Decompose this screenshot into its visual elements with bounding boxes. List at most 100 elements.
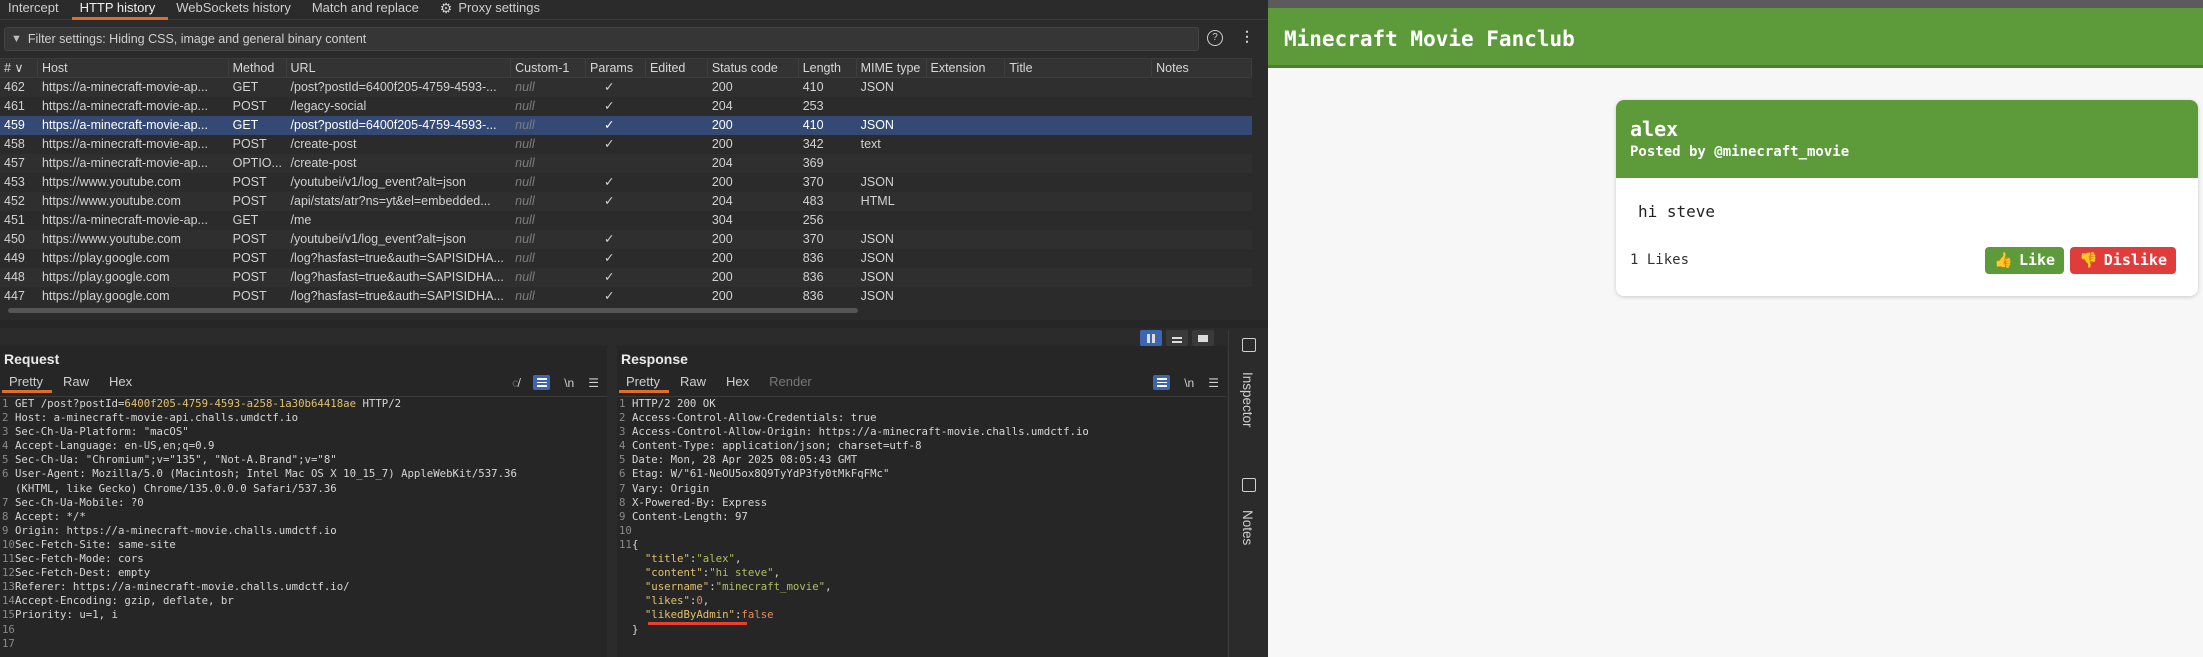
table-row[interactable]: 462 https://a-minecraft-movie-ap... GET/po… [0,78,1252,97]
tab-match-and-replace[interactable]: Match and replace [304,0,432,19]
table-cell-notes [1152,268,1252,287]
table-cell-edited [646,268,708,287]
tab-response-pretty[interactable]: Pretty [617,374,671,393]
tab-websockets-history[interactable]: WebSockets history [168,0,304,19]
table-cell-num: 457 [4,156,25,170]
table-cell-mime: JSON [860,251,894,265]
newline-toggle[interactable]: \n [1184,376,1194,390]
table-row[interactable]: 458 https://a-minecraft-movie-ap... POST/c… [0,135,1252,154]
column-header[interactable]: Custom-1 [511,59,587,77]
tab-http-history[interactable]: HTTP history [71,0,169,20]
table-cell-method: POST [232,137,267,151]
response-editor[interactable]: 1 HTTP/2 200 OK 2 Access-Control-Allow-Cred… [617,396,1227,637]
line-number: 6 [2,467,9,481]
table-cell-custom: null [515,156,535,170]
table-cell-title [1005,116,1152,135]
tab-request-hex[interactable]: Hex [100,374,143,393]
eye-slash-icon[interactable]: ◌̸ [512,376,519,390]
tab-request-raw[interactable]: Raw [54,374,100,393]
column-header[interactable]: Host [38,59,229,77]
line-number: 7 [619,481,626,495]
more-options-icon[interactable]: ⋮ [1240,28,1254,45]
table-row[interactable]: 450 https://www.youtube.com POST/youtubei/… [0,230,1252,249]
code-line: 16 [0,623,607,637]
code-line: 2 Host: a-minecraft-movie-api.challs.umdc… [0,411,607,425]
table-cell-status: 204 [711,99,733,113]
json-key: "likes" [644,594,690,608]
line-number [617,580,632,594]
like-count: 1 Likes [1630,252,1690,268]
newline-toggle[interactable]: \n [564,376,574,390]
gear-icon: ⚙ [439,0,453,16]
tab-request-pretty[interactable]: Pretty [0,374,54,393]
fanclub-website: Minecraft Movie Fanclub alex Posted by @… [1268,0,2203,657]
table-row[interactable]: 461 https://a-minecraft-movie-ap... POST/l… [0,97,1252,116]
layout-tabs-button[interactable] [1192,330,1214,346]
column-header[interactable]: Extension [927,59,1006,77]
pane-splitter[interactable] [0,320,1268,328]
column-header[interactable]: Params [586,59,646,77]
like-button[interactable]: 👍 Like [1985,246,2065,274]
inspector-icon[interactable] [1242,338,1256,352]
table-cell-edited [646,154,708,173]
line-text: Sec-Fetch-Dest: empty [15,566,151,580]
table-cell-num: 461 [4,99,25,113]
line-number: 12 [2,566,15,580]
table-row[interactable]: 457 https://a-minecraft-movie-ap... OPTIO.… [0,154,1252,173]
table-row[interactable]: 449 https://play.google.com POST/log?hasfa… [0,249,1252,268]
column-header[interactable]: Method [229,59,287,77]
column-header[interactable]: Notes [1152,59,1252,77]
wrap-lines-icon[interactable] [533,375,551,390]
wrap-lines-icon[interactable] [1153,375,1171,390]
menu-icon[interactable]: ☰ [1208,376,1219,390]
layout-buttons [1140,330,1214,346]
request-editor[interactable]: 1 GET /post?postId= 6400f205-4759-4593-a25… [0,396,607,651]
inspector-tab[interactable]: Inspector [1240,372,1255,428]
horizontal-scrollbar[interactable] [0,307,1252,315]
line-text: (KHTML, like Gecko) Chrome/135.0.0.0 Saf… [15,481,337,495]
layout-side-by-side-button[interactable] [1140,330,1162,346]
menu-icon[interactable]: ☰ [588,376,599,390]
burp-suite-window: Intercept HTTP history WebSockets histor… [0,0,1268,657]
line-number [0,482,15,496]
code-line: 3 Access-Control-Allow-Origin: https://a-… [617,425,1227,439]
table-row[interactable]: 447 https://play.google.com POST/log?hasfa… [0,287,1252,306]
table-row[interactable]: 448 https://play.google.com POST/log?hasfa… [0,268,1252,287]
dislike-button[interactable]: 👎 Dislike [2070,246,2176,274]
json-key: "content" [644,566,703,580]
tab-intercept[interactable]: Intercept [0,0,72,19]
json-value: "alex" [696,552,735,566]
tab-proxy-settings[interactable]: ⚙ Proxy settings [432,0,553,19]
layout-stacked-button[interactable] [1166,330,1188,346]
table-row[interactable]: 452 https://www.youtube.com POST/api/stats… [0,192,1252,211]
scrollbar-thumb[interactable] [8,308,858,313]
line-number: 6 [619,467,626,481]
column-header[interactable]: # ∨ [0,59,38,77]
table-cell-params: ✓ [604,232,615,246]
json-line: "username": "minecraft_movie", [617,580,1227,594]
column-header[interactable]: Length [799,59,857,77]
filter-icon: ▼ [11,33,22,45]
column-header[interactable]: MIME type [857,59,927,77]
tab-response-raw[interactable]: Raw [671,374,717,393]
code-line: 8 Accept: */* [0,510,607,524]
tab-response-render[interactable]: Render [760,374,823,393]
proxy-tabs: Intercept HTTP history WebSockets histor… [0,0,1268,20]
like-label: Like [2018,251,2056,269]
table-cell-mime: JSON [860,80,894,94]
table-row[interactable]: 453 https://www.youtube.com POST/youtubei/… [0,173,1252,192]
help-icon[interactable]: ? [1207,30,1223,46]
filter-bar[interactable]: ▼ Filter settings: Hiding CSS, image and… [4,27,1199,51]
notes-icon[interactable] [1242,478,1256,492]
tab-response-hex[interactable]: Hex [717,374,760,393]
notes-tab[interactable]: Notes [1240,510,1255,545]
table-row[interactable]: 451 https://a-minecraft-movie-ap... GET/me… [0,211,1252,230]
column-header[interactable]: Edited [646,59,708,77]
table-cell-url: /post?postId=6400f205-4759-4593-... [290,80,497,94]
column-header[interactable]: URL [287,59,512,77]
column-header[interactable]: Status code [708,59,799,77]
table-cell-status: 200 [711,270,733,284]
table-row[interactable]: 459 https://a-minecraft-movie-ap... GET/po… [0,116,1252,135]
column-header[interactable]: Title [1005,59,1153,77]
table-cell-method: POST [232,232,267,246]
